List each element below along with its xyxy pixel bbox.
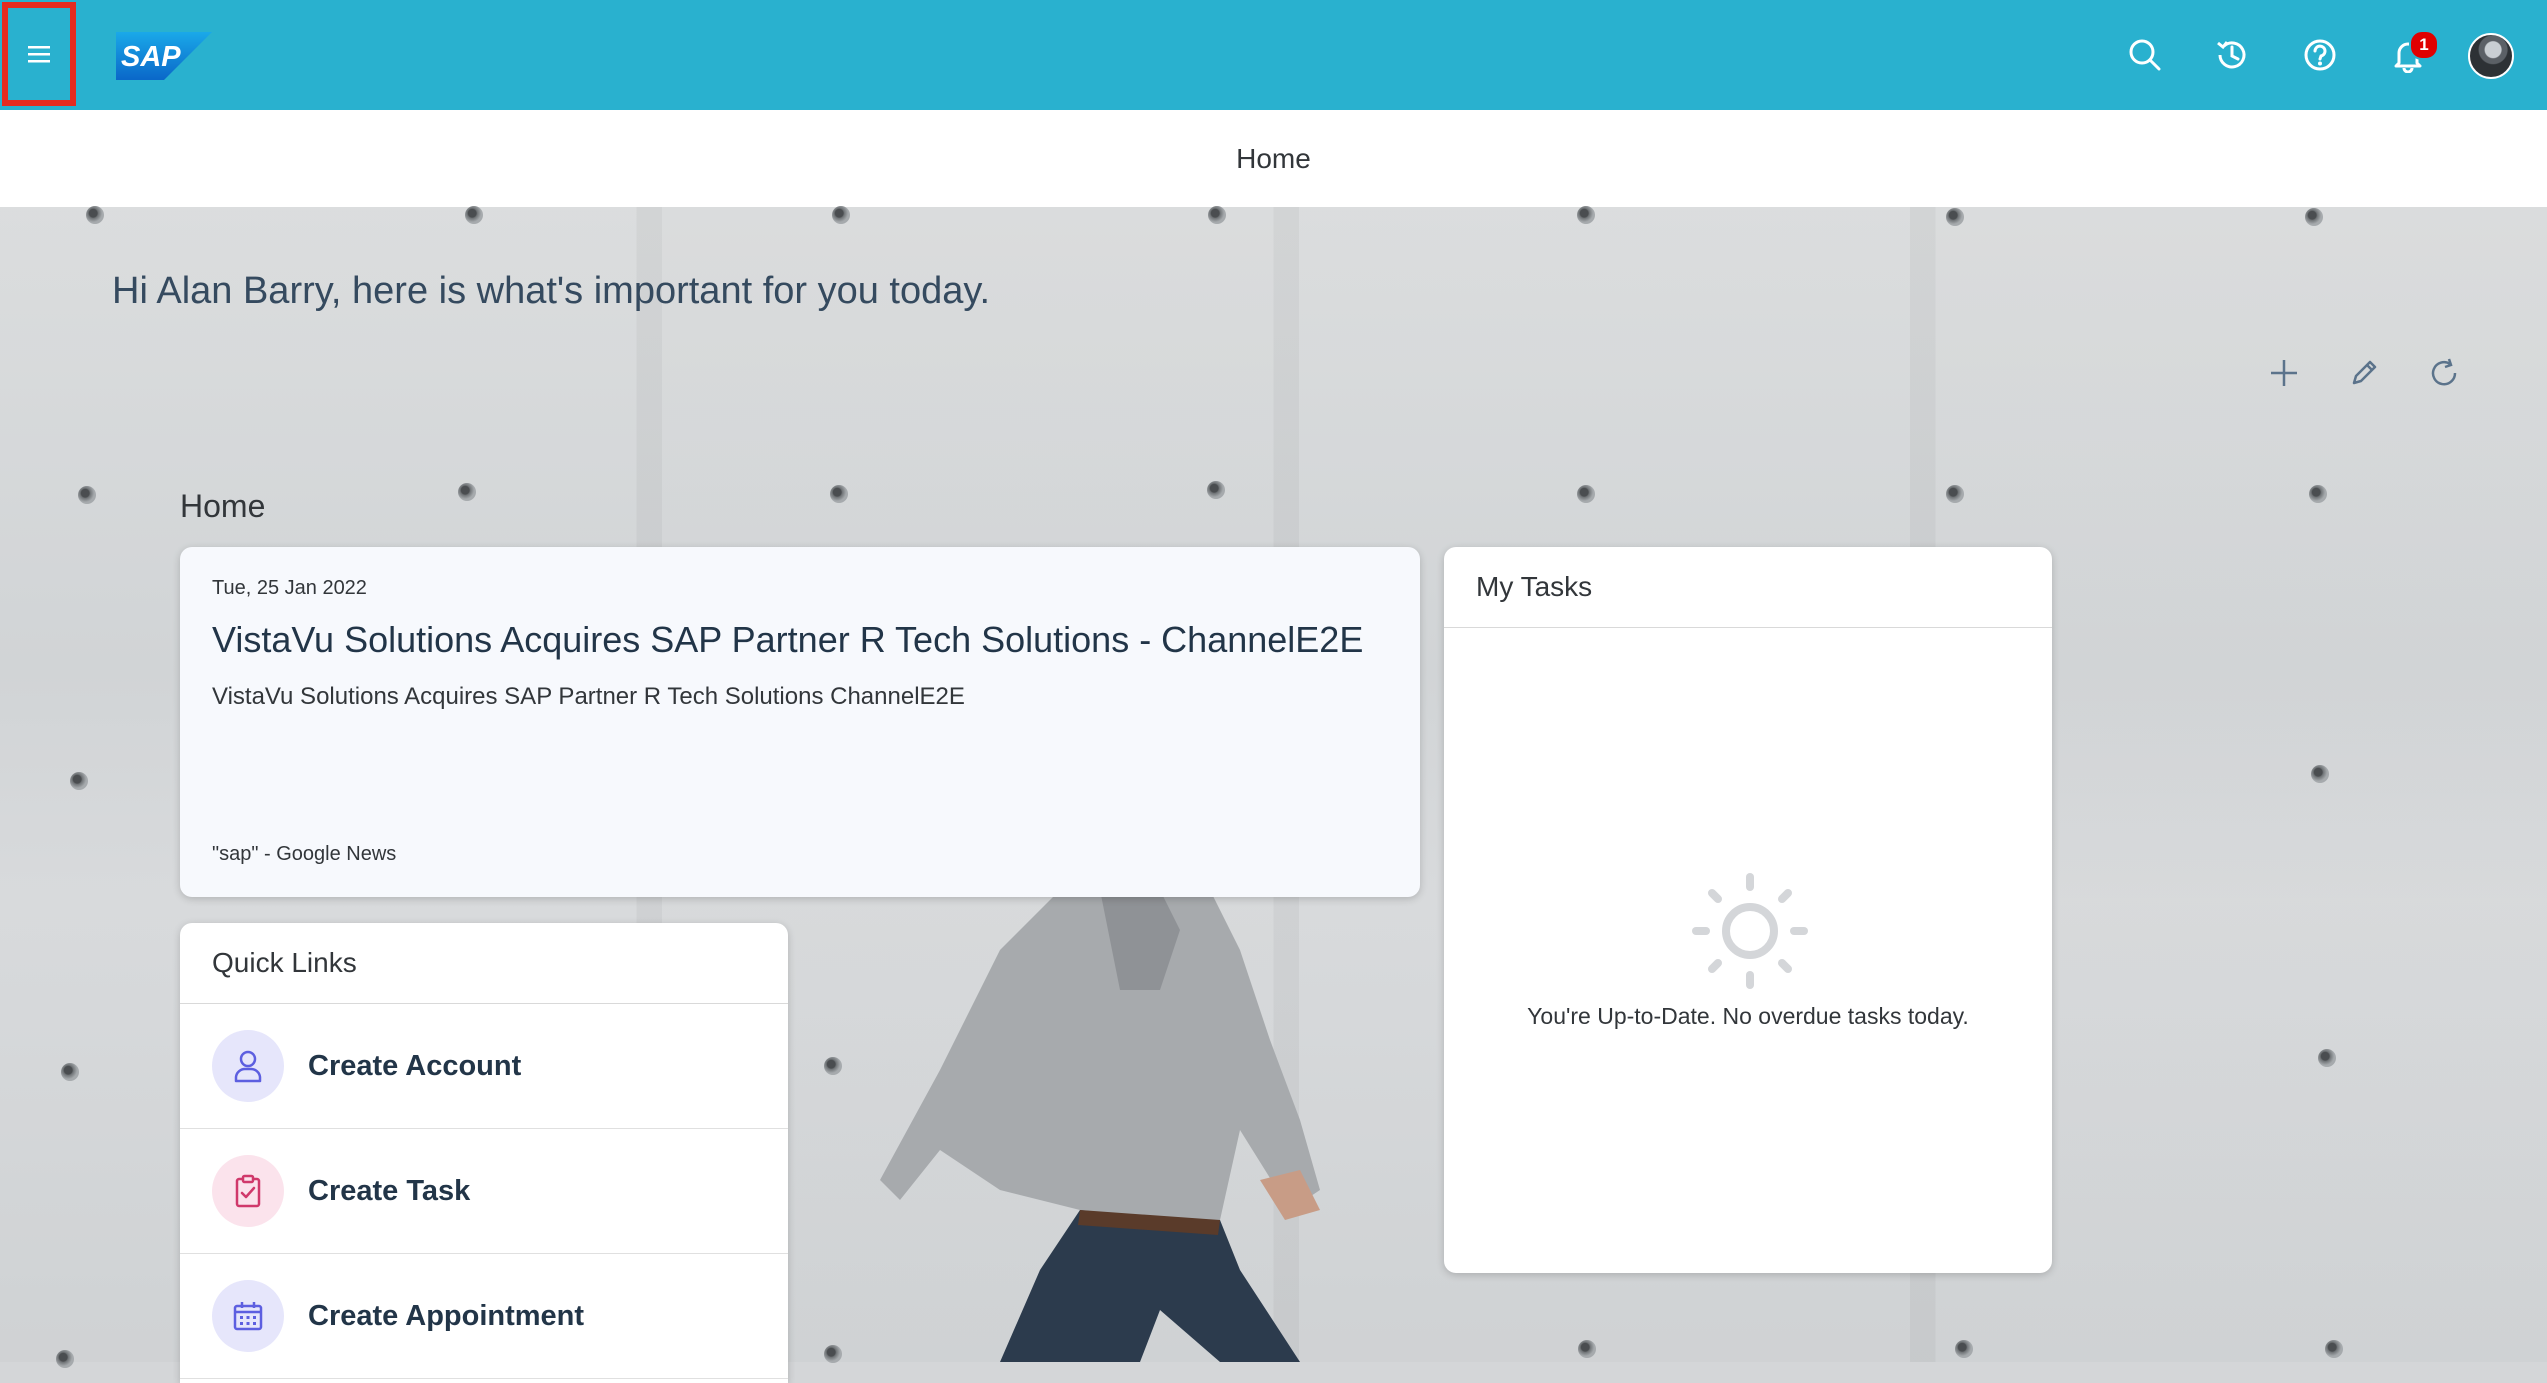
sap-logo[interactable]: SAP <box>116 32 212 80</box>
section-title: Home <box>180 488 266 524</box>
quick-links-card: Quick Links Create Account Create Task C… <box>180 923 788 1383</box>
history-icon <box>2217 41 2246 69</box>
quick-link-create-account[interactable]: Create Account <box>180 1004 788 1129</box>
news-source: "sap" - Google News <box>212 843 397 865</box>
person-icon <box>212 1030 284 1102</box>
quick-link-label: Create Account <box>308 1049 522 1082</box>
hamburger-menu-icon <box>28 46 50 63</box>
quick-link-create-task[interactable]: Create Task <box>180 1129 788 1254</box>
tasks-empty-message: You're Up-to-Date. No overdue tasks toda… <box>1527 1003 1969 1029</box>
edit-button[interactable] <box>2341 350 2387 396</box>
news-date: Tue, 25 Jan 2022 <box>212 577 367 599</box>
add-icon <box>2271 360 2297 386</box>
edit-icon <box>2352 360 2377 385</box>
quick-link-label: Create Task <box>308 1174 471 1207</box>
quick-link-label: Create Appointment <box>308 1299 585 1332</box>
news-title[interactable]: VistaVu Solutions Acquires SAP Partner R… <box>212 619 1363 661</box>
user-avatar[interactable] <box>2468 33 2514 79</box>
sun-icon <box>1692 873 1808 989</box>
refresh-icon <box>2431 358 2457 386</box>
notifications-button[interactable]: 1 <box>2383 30 2439 80</box>
my-tasks-header: My Tasks <box>1444 547 2052 628</box>
quick-links-title: Quick Links <box>212 947 357 978</box>
clipboard-check-icon <box>212 1155 284 1227</box>
search-icon <box>2129 39 2161 71</box>
person-illustration <box>880 890 1320 1362</box>
notification-count-badge: 1 <box>2409 30 2439 60</box>
page-title-bar: Home <box>0 110 2547 207</box>
menu-button[interactable] <box>2 2 76 106</box>
news-card[interactable]: Tue, 25 Jan 2022 VistaVu Solutions Acqui… <box>180 547 1420 897</box>
greeting-text: Hi Alan Barry, here is what's important … <box>112 270 991 312</box>
search-button[interactable] <box>2120 30 2170 80</box>
shell-bar: SAP 1 <box>0 0 2547 110</box>
sap-logo-text: SAP <box>121 41 181 73</box>
help-icon <box>2304 39 2336 71</box>
refresh-button[interactable] <box>2421 350 2467 396</box>
add-button[interactable] <box>2261 350 2307 396</box>
my-tasks-title: My Tasks <box>1476 571 1593 602</box>
quick-links-header: Quick Links <box>180 923 788 1004</box>
help-button[interactable] <box>2295 30 2345 80</box>
news-description: VistaVu Solutions Acquires SAP Partner R… <box>212 683 965 710</box>
quick-link-create-appointment[interactable]: Create Appointment <box>180 1254 788 1379</box>
history-button[interactable] <box>2207 30 2257 80</box>
calendar-icon <box>212 1280 284 1352</box>
page-title: Home <box>1236 142 1311 174</box>
my-tasks-card: My Tasks You're Up-to-Date. No overdue t… <box>1444 547 2052 1273</box>
